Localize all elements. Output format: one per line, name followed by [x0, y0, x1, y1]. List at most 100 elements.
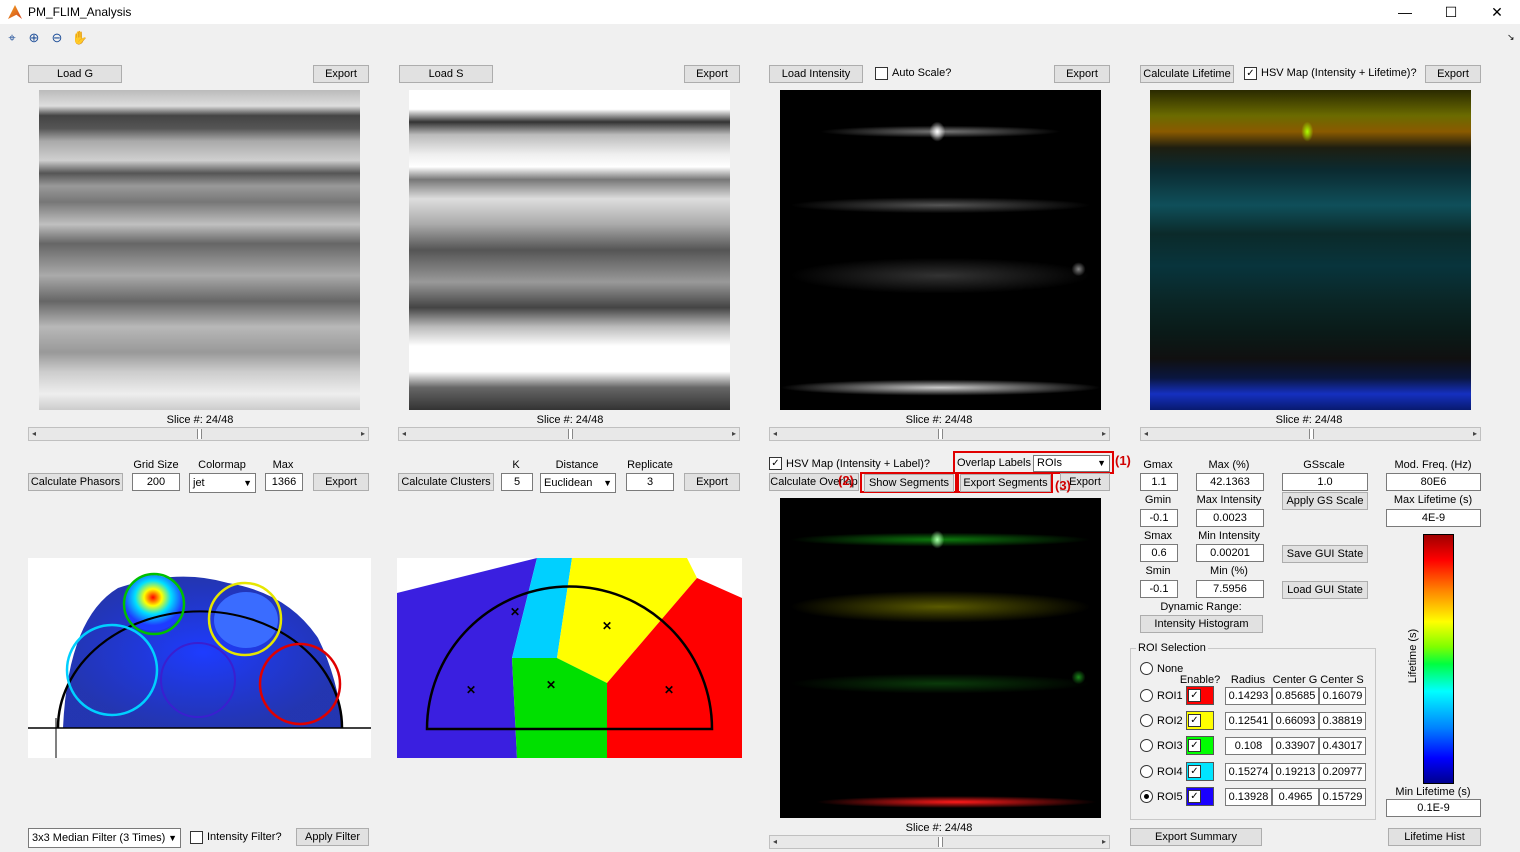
load-intensity-button[interactable]: Load Intensity — [769, 65, 863, 83]
max-intensity-input[interactable]: 0.0023 — [1196, 509, 1264, 527]
calculate-phasors-button[interactable]: Calculate Phasors — [28, 473, 123, 491]
roi4-radius-input[interactable]: 0.15274 — [1225, 763, 1272, 781]
roi3-center-g-input[interactable]: 0.33907 — [1272, 737, 1319, 755]
hsv-label-checkbox[interactable]: ✓ — [769, 457, 782, 470]
hsv-lifetime-checkbox[interactable]: ✓ — [1244, 67, 1257, 80]
load-g-button[interactable]: Load G — [28, 65, 122, 83]
min-percent-input[interactable]: 7.5956 — [1196, 580, 1264, 598]
show-segments-button[interactable]: Show Segments — [864, 474, 954, 492]
export-summary-button[interactable]: Export Summary — [1130, 828, 1262, 846]
slider-right-arrow-icon[interactable]: ▸ — [1099, 428, 1109, 440]
roi2-center-s-input[interactable]: 0.38819 — [1319, 712, 1366, 730]
smin-input[interactable]: -0.1 — [1140, 580, 1178, 598]
roi3-color-swatch[interactable]: ✓ — [1186, 736, 1214, 755]
intensity-histogram-button[interactable]: Intensity Histogram — [1140, 615, 1263, 633]
roi3-radius-input[interactable]: 0.108 — [1225, 737, 1272, 755]
roi4-radio[interactable] — [1140, 765, 1153, 778]
overlap-labels-select[interactable]: ROIs ▼ — [1033, 455, 1110, 472]
calculate-lifetime-button[interactable]: Calculate Lifetime — [1140, 65, 1234, 83]
roi5-center-g-input[interactable]: 0.4965 — [1272, 788, 1319, 806]
roi2-enable-checkbox[interactable]: ✓ — [1188, 714, 1201, 727]
roi5-center-s-input[interactable]: 0.15729 — [1319, 788, 1366, 806]
slider-thumb[interactable] — [568, 429, 573, 439]
lifetime-slice-slider[interactable]: ◂ ▸ — [1140, 427, 1481, 441]
k-input[interactable]: 5 — [501, 473, 533, 491]
g-slice-slider[interactable]: ◂ ▸ — [28, 427, 369, 441]
zoom-in-icon[interactable]: ⊕ — [25, 29, 43, 47]
g-export-button[interactable]: Export — [313, 65, 369, 83]
apply-gs-scale-button[interactable]: Apply GS Scale — [1282, 492, 1368, 510]
phasor-export-button[interactable]: Export — [313, 473, 369, 491]
slider-right-arrow-icon[interactable]: ▸ — [1099, 836, 1109, 848]
s-slice-slider[interactable]: ◂ ▸ — [398, 427, 740, 441]
slider-left-arrow-icon[interactable]: ◂ — [770, 428, 780, 440]
apply-filter-button[interactable]: Apply Filter — [296, 828, 369, 846]
calculate-clusters-button[interactable]: Calculate Clusters — [398, 473, 494, 491]
min-intensity-input[interactable]: 0.00201 — [1196, 544, 1264, 562]
roi2-color-swatch[interactable]: ✓ — [1186, 711, 1214, 730]
roi4-enable-checkbox[interactable]: ✓ — [1188, 765, 1201, 778]
roi2-radio[interactable] — [1140, 714, 1153, 727]
roi1-color-swatch[interactable]: ✓ — [1186, 686, 1214, 705]
slider-thumb[interactable] — [1309, 429, 1314, 439]
auto-scale-checkbox[interactable] — [875, 67, 888, 80]
intensity-slice-slider[interactable]: ◂ ▸ — [769, 427, 1110, 441]
gsscale-input[interactable]: 1.0 — [1282, 473, 1368, 491]
roi5-enable-checkbox[interactable]: ✓ — [1188, 790, 1201, 803]
minimize-button[interactable]: — — [1382, 0, 1428, 24]
slider-thumb[interactable] — [938, 837, 943, 847]
toolbar-expand-icon[interactable]: ↘ — [1507, 32, 1515, 43]
roi-none-radio[interactable] — [1140, 662, 1153, 675]
pan-hand-icon[interactable]: ✋ — [71, 29, 89, 47]
load-s-button[interactable]: Load S — [399, 65, 493, 83]
slider-left-arrow-icon[interactable]: ◂ — [399, 428, 409, 440]
replicate-input[interactable]: 3 — [626, 473, 674, 491]
roi5-radio[interactable] — [1140, 790, 1153, 803]
export-segments-button[interactable]: Export Segments — [960, 474, 1051, 492]
data-cursor-icon[interactable]: ⌖ — [3, 29, 21, 47]
grid-size-input[interactable]: 200 — [132, 473, 180, 491]
roi1-radius-input[interactable]: 0.14293 — [1225, 687, 1272, 705]
roi4-color-swatch[interactable]: ✓ — [1186, 762, 1214, 781]
gmin-input[interactable]: -0.1 — [1140, 509, 1178, 527]
close-button[interactable]: ✕ — [1474, 0, 1520, 24]
slider-right-arrow-icon[interactable]: ▸ — [1470, 428, 1480, 440]
roi1-enable-checkbox[interactable]: ✓ — [1188, 689, 1201, 702]
roi1-center-g-input[interactable]: 0.85685 — [1272, 687, 1319, 705]
slider-left-arrow-icon[interactable]: ◂ — [29, 428, 39, 440]
slider-thumb[interactable] — [938, 429, 943, 439]
max-lifetime-input[interactable]: 4E-9 — [1386, 509, 1481, 527]
distance-select[interactable]: Euclidean ▼ — [540, 473, 616, 493]
mod-freq-input[interactable]: 80E6 — [1386, 473, 1481, 491]
slider-right-arrow-icon[interactable]: ▸ — [358, 428, 368, 440]
load-gui-state-button[interactable]: Load GUI State — [1282, 581, 1368, 599]
roi4-center-s-input[interactable]: 0.20977 — [1319, 763, 1366, 781]
smax-input[interactable]: 0.6 — [1140, 544, 1178, 562]
roi3-radio[interactable] — [1140, 739, 1153, 752]
slider-left-arrow-icon[interactable]: ◂ — [770, 836, 780, 848]
gmax-input[interactable]: 1.1 — [1140, 473, 1178, 491]
max-input[interactable]: 1366 — [265, 473, 303, 491]
colormap-select[interactable]: jet ▼ — [189, 473, 256, 493]
roi1-radio[interactable] — [1140, 689, 1153, 702]
slider-right-arrow-icon[interactable]: ▸ — [729, 428, 739, 440]
slider-thumb[interactable] — [197, 429, 202, 439]
lifetime-hist-button[interactable]: Lifetime Hist — [1388, 828, 1481, 846]
maximize-button[interactable]: ☐ — [1428, 0, 1474, 24]
roi3-enable-checkbox[interactable]: ✓ — [1188, 739, 1201, 752]
max-percent-input[interactable]: 42.1363 — [1196, 473, 1264, 491]
roi2-center-g-input[interactable]: 0.66093 — [1272, 712, 1319, 730]
save-gui-state-button[interactable]: Save GUI State — [1282, 545, 1368, 563]
roi2-radius-input[interactable]: 0.12541 — [1225, 712, 1272, 730]
lifetime-export-button[interactable]: Export — [1425, 65, 1481, 83]
s-export-button[interactable]: Export — [684, 65, 740, 83]
roi5-radius-input[interactable]: 0.13928 — [1225, 788, 1272, 806]
roi3-center-s-input[interactable]: 0.43017 — [1319, 737, 1366, 755]
intensity-export-button[interactable]: Export — [1054, 65, 1110, 83]
zoom-out-icon[interactable]: ⊖ — [48, 29, 66, 47]
roi1-center-s-input[interactable]: 0.16079 — [1319, 687, 1366, 705]
slider-left-arrow-icon[interactable]: ◂ — [1141, 428, 1151, 440]
intensity-filter-checkbox[interactable] — [190, 831, 203, 844]
cluster-export-button[interactable]: Export — [684, 473, 740, 491]
roi4-center-g-input[interactable]: 0.19213 — [1272, 763, 1319, 781]
